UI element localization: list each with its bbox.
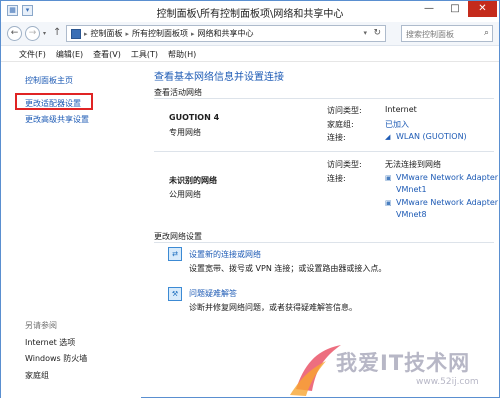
change-settings-label: 更改网络设置 — [154, 232, 202, 241]
control-panel-icon — [71, 28, 81, 39]
ethernet-icon: ▣ — [385, 199, 392, 207]
homegroup-link[interactable]: 已加入 — [385, 119, 409, 130]
vmnet8-connection-line2[interactable]: VMnet8 — [396, 210, 427, 219]
divider — [154, 242, 494, 243]
network-type[interactable]: 公用网络 — [169, 189, 201, 200]
sidebar-link-advanced-sharing[interactable]: 更改高级共享设置 — [25, 114, 89, 125]
address-row: ← → ▾ ↑ ▸ 控制面板 ▸ 所有控制面板项 ▸ 网络和共享中心 ▾ ↻ 搜… — [1, 22, 499, 46]
connection-label: 连接: — [327, 133, 346, 142]
see-also-homegroup[interactable]: 家庭组 — [25, 370, 49, 381]
network-setup-icon: ⇄ — [168, 247, 182, 261]
troubleshoot-desc: 诊断并修复网络问题，或者获得疑难解答信息。 — [189, 303, 357, 312]
menu-edit[interactable]: 编辑(E) — [56, 49, 83, 60]
sidebar: 控制面板主页 更改适配器设置 更改高级共享设置 另请参阅 Internet 选项… — [1, 63, 141, 398]
access-type-label: 访问类型: — [327, 160, 362, 169]
vmnet1-connection-line2[interactable]: VMnet1 — [396, 185, 427, 194]
breadcrumb-separator[interactable]: ▸ — [191, 30, 195, 38]
search-placeholder: 搜索控制面板 — [406, 30, 454, 39]
troubleshoot-icon: ⚒ — [168, 287, 182, 301]
divider — [154, 151, 494, 152]
menu-help[interactable]: 帮助(H) — [168, 49, 196, 60]
breadcrumb-separator[interactable]: ▸ — [84, 30, 88, 38]
back-button[interactable]: ← — [7, 26, 22, 41]
wlan-connection-link[interactable]: ◢ WLAN (GUOTION) — [385, 132, 467, 141]
breadcrumb-separator[interactable]: ▸ — [126, 30, 130, 38]
network-type[interactable]: 专用网络 — [169, 127, 201, 138]
active-networks-label: 查看活动网络 — [154, 88, 202, 97]
wlan-connection-text[interactable]: WLAN (GUOTION) — [396, 132, 467, 141]
vmnet1-connection-line1[interactable]: VMware Network Adapter — [396, 173, 498, 182]
vmnet8-connection-link[interactable]: ▣ VMware Network Adapter — [385, 198, 498, 207]
setup-new-connection-link[interactable]: 设置新的连接或网络 — [189, 249, 261, 260]
watermark-url: www.52ij.com — [416, 377, 479, 387]
address-dropdown-icon[interactable]: ▾ — [363, 29, 367, 37]
network-name: 未识别的网络 — [169, 176, 217, 185]
see-also-windows-firewall[interactable]: Windows 防火墙 — [25, 353, 87, 364]
menu-view[interactable]: 查看(V) — [93, 49, 121, 60]
menu-tools[interactable]: 工具(T) — [131, 49, 158, 60]
menu-bar: 文件(F) 编辑(E) 查看(V) 工具(T) 帮助(H) — [1, 47, 499, 62]
vmnet1-connection-link[interactable]: ▣ VMware Network Adapter — [385, 173, 498, 182]
setup-new-connection-desc: 设置宽带、拨号或 VPN 连接；或设置路由器或接入点。 — [189, 264, 387, 273]
close-button[interactable]: ✕ — [468, 1, 497, 17]
search-icon[interactable]: ⌕ — [484, 28, 489, 38]
access-type-value: 无法连接到网络 — [385, 160, 441, 169]
see-also-internet-options[interactable]: Internet 选项 — [25, 337, 75, 348]
page-title: 查看基本网络信息并设置连接 — [154, 72, 284, 83]
ethernet-icon: ▣ — [385, 174, 392, 182]
breadcrumb-all-items[interactable]: 所有控制面板项 — [132, 28, 188, 39]
access-type-value: Internet — [385, 105, 417, 114]
troubleshoot-link[interactable]: 问题疑难解答 — [189, 288, 237, 299]
vmnet8-connection-line1[interactable]: VMware Network Adapter — [396, 198, 498, 207]
up-button[interactable]: ↑ — [53, 27, 61, 38]
forward-button[interactable]: → — [25, 26, 40, 41]
network-name: GUOTION 4 — [169, 113, 220, 122]
minimize-button[interactable]: — — [417, 1, 441, 17]
wifi-icon: ◢ — [385, 133, 391, 141]
access-type-label: 访问类型: — [327, 106, 362, 115]
search-input[interactable]: 搜索控制面板 ⌕ — [401, 25, 493, 42]
recent-locations-dropdown[interactable]: ▾ — [43, 30, 46, 37]
menu-file[interactable]: 文件(F) — [19, 49, 46, 60]
breadcrumb-network-center[interactable]: 网络和共享中心 — [198, 28, 254, 39]
title-bar: ▦ ▾ 控制面板\所有控制面板项\网络和共享中心 — □ ✕ — [1, 1, 499, 21]
breadcrumb-control-panel[interactable]: 控制面板 — [91, 28, 123, 39]
watermark-logo: 我爱IT技术网 www.52ij.com — [286, 339, 496, 397]
divider — [154, 98, 494, 99]
watermark-text: 我爱IT技术网 — [336, 351, 471, 375]
address-bar[interactable]: ▸ 控制面板 ▸ 所有控制面板项 ▸ 网络和共享中心 ▾ ↻ — [66, 25, 386, 42]
network-sharing-center-window: ▦ ▾ 控制面板\所有控制面板项\网络和共享中心 — □ ✕ ← → ▾ ↑ ▸… — [0, 0, 500, 398]
see-also-heading: 另请参阅 — [25, 321, 57, 330]
maximize-button[interactable]: □ — [443, 1, 467, 17]
connection-label: 连接: — [327, 174, 346, 183]
sidebar-link-control-panel-home[interactable]: 控制面板主页 — [25, 75, 73, 86]
refresh-icon[interactable]: ↻ — [373, 28, 381, 38]
homegroup-label: 家庭组: — [327, 120, 354, 129]
sidebar-link-change-adapter-settings[interactable]: 更改适配器设置 — [25, 98, 81, 109]
